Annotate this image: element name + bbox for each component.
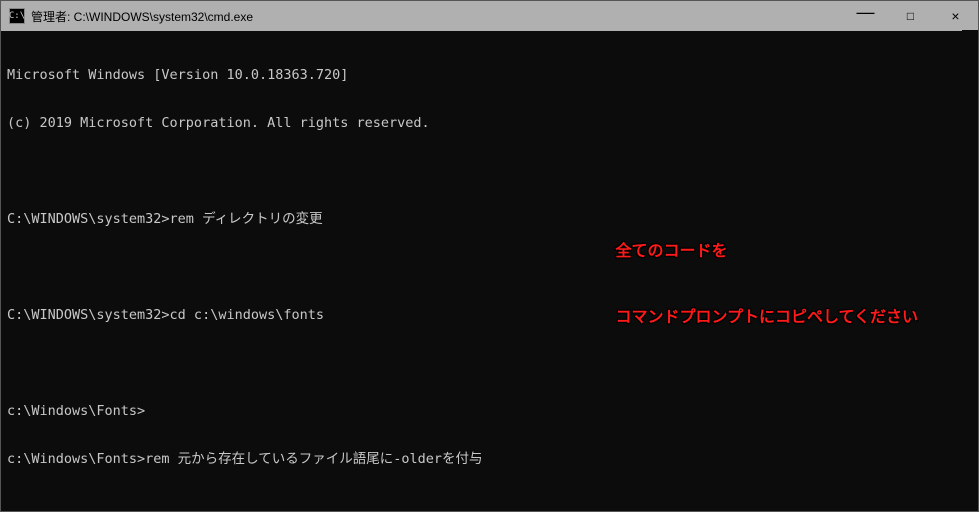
vertical-scrollbar[interactable] bbox=[962, 30, 978, 511]
minimize-button[interactable]: — bbox=[843, 0, 888, 27]
terminal-line: c:\Windows\Fonts> bbox=[7, 403, 972, 419]
maximize-button[interactable]: □ bbox=[888, 1, 933, 31]
terminal-line: (c) 2019 Microsoft Corporation. All righ… bbox=[7, 115, 972, 131]
close-button[interactable]: × bbox=[933, 1, 978, 31]
terminal-line bbox=[7, 163, 972, 179]
window-controls: — □ × bbox=[843, 1, 978, 31]
cmd-window: C:\ 管理者: C:\WINDOWS\system32\cmd.exe — □… bbox=[0, 0, 979, 512]
titlebar[interactable]: C:\ 管理者: C:\WINDOWS\system32\cmd.exe — □… bbox=[1, 1, 978, 31]
terminal-output[interactable]: Microsoft Windows [Version 10.0.18363.72… bbox=[1, 31, 978, 511]
cmd-icon-text: C:\ bbox=[9, 11, 25, 21]
terminal-line: c:\Windows\Fonts>rem 元から存在しているファイル語尾に-ol… bbox=[7, 451, 972, 467]
scrollbar-thumb[interactable] bbox=[962, 30, 978, 511]
cmd-icon: C:\ bbox=[9, 8, 25, 24]
instruction-overlay: 全てのコードを コマンドプロンプトにコピペしてください bbox=[615, 197, 918, 373]
window-title: 管理者: C:\WINDOWS\system32\cmd.exe bbox=[31, 8, 843, 25]
terminal-line bbox=[7, 499, 972, 511]
instruction-line-1: 全てのコードを bbox=[615, 241, 918, 263]
terminal-line: Microsoft Windows [Version 10.0.18363.72… bbox=[7, 67, 972, 83]
instruction-line-2: コマンドプロンプトにコピペしてください bbox=[615, 307, 918, 329]
